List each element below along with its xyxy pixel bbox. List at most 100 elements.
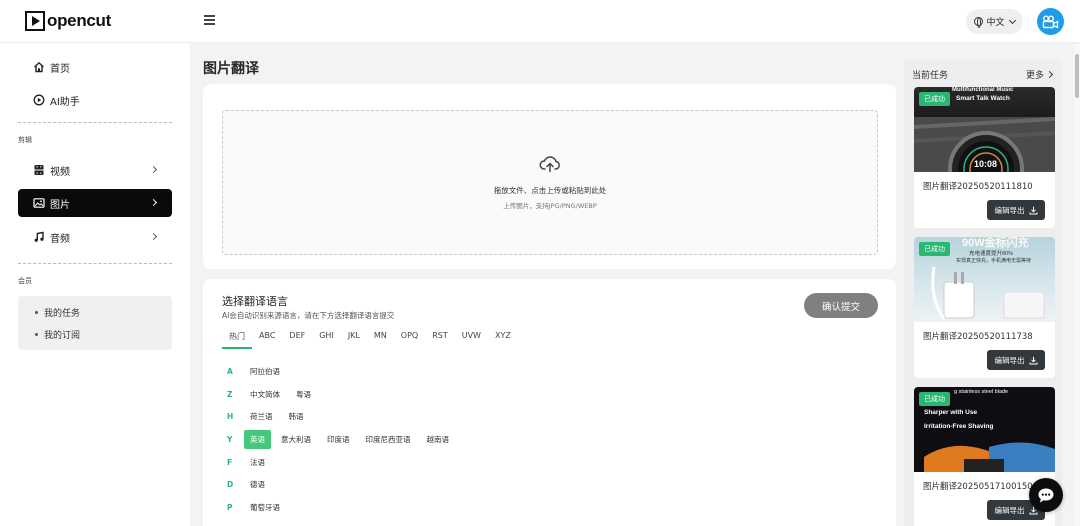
language-row-letter: A: [227, 367, 233, 376]
task-name: 图片翻译20250520111738: [923, 332, 1033, 342]
film-icon: [33, 164, 45, 176]
music-icon: [33, 231, 45, 243]
tab-language-group[interactable]: MN: [367, 331, 394, 349]
play-circle-icon: [33, 94, 45, 106]
sidebar-item-video[interactable]: 视频: [18, 156, 172, 184]
task-card[interactable]: 10:08 Multifunctional Music Smart Talk W…: [914, 87, 1055, 228]
submit-button[interactable]: 确认提交: [804, 293, 878, 318]
sidebar-item-label: 音频: [50, 233, 70, 245]
tab-language-group[interactable]: OPQ: [394, 331, 425, 349]
home-icon: [33, 61, 45, 73]
task-thumbnail: 90W金标闪充 充电速度提升80% 实现真正快充，手机满电无需等待 已成功: [914, 237, 1055, 322]
member-item-label: 我的任务: [44, 309, 81, 319]
sidebar-item-label: 视频: [50, 166, 70, 178]
logo-text: opencut: [47, 11, 112, 30]
user-avatar[interactable]: [1037, 8, 1064, 35]
language-option[interactable]: 葡萄牙语: [244, 498, 286, 517]
tab-language-group[interactable]: RST: [425, 331, 455, 349]
sidebar-item-label: AI助手: [50, 96, 80, 108]
language-option[interactable]: 阿拉伯语: [244, 362, 286, 381]
cloud-upload-icon: [539, 156, 560, 173]
language-row: Z 中文简体 粤语: [227, 385, 321, 404]
status-badge: 已成功: [919, 392, 950, 406]
export-button[interactable]: 编辑导出: [987, 200, 1045, 220]
language-row-letter: H: [227, 412, 234, 421]
language-option[interactable]: 意大利语: [275, 430, 317, 449]
language-tabs: 热门 ABC DEF GHI JKL MN OPQ RST UVW XYZ: [222, 331, 518, 349]
language-row: Y 英语 意大利语 印度语 印度尼西亚语 越南语: [227, 430, 459, 449]
globe-icon: [974, 17, 984, 28]
thumb-caption: Multifunctional Music: [952, 87, 1014, 93]
chevron-down-icon: [1008, 16, 1016, 24]
sidebar-item-audio[interactable]: 音频: [18, 223, 172, 251]
language-option[interactable]: 印度尼西亚语: [360, 430, 417, 449]
download-icon: [1029, 356, 1037, 364]
task-card[interactable]: 90W金标闪充 充电速度提升80% 实现真正快充，手机满电无需等待 已成功 图片…: [914, 237, 1055, 378]
chat-bubble-icon: [1038, 488, 1054, 502]
language-option[interactable]: 法语: [244, 453, 271, 472]
logo[interactable]: opencut: [25, 11, 111, 31]
thumb-caption: Irritation-Free Shaving: [924, 423, 994, 430]
language-row: D 德语: [227, 475, 275, 494]
thumb-caption: g stainless steel blade: [954, 389, 1009, 395]
language-select-label: 中文: [986, 18, 1005, 28]
language-row: F 法语: [227, 453, 275, 472]
divider: [18, 263, 172, 264]
upload-dropzone[interactable]: 拖放文件、点击上传或粘贴到此处 上传图片，支持JPG/PNG/WEBP: [222, 110, 878, 255]
scrollbar-thumb[interactable]: [1075, 54, 1079, 98]
sidebar-item-home[interactable]: 首页: [18, 53, 172, 81]
language-option[interactable]: 荷兰语: [244, 407, 279, 426]
page-title: 图片翻译: [203, 61, 259, 77]
image-icon: [33, 197, 45, 209]
tab-language-group[interactable]: 热门: [222, 331, 252, 349]
language-row-letter: D: [227, 480, 234, 489]
language-option[interactable]: 印度语: [321, 430, 356, 449]
bullet-icon: [35, 333, 38, 336]
chat-support-button[interactable]: [1029, 478, 1063, 512]
language-option[interactable]: 粤语: [290, 385, 317, 404]
logo-play-icon: [25, 11, 45, 31]
language-row-letter: Y: [227, 435, 233, 444]
export-button[interactable]: 编辑导出: [987, 350, 1045, 370]
thumb-caption: Smart Talk Watch: [956, 95, 1010, 102]
status-badge: 已成功: [919, 92, 950, 106]
member-item-my-tasks[interactable]: 我的任务: [35, 306, 80, 319]
export-button-label: 编辑导出: [994, 505, 1025, 515]
upload-card: 拖放文件、点击上传或粘贴到此处 上传图片，支持JPG/PNG/WEBP: [203, 84, 896, 269]
export-button-label: 编辑导出: [994, 205, 1025, 215]
language-row-letter: Z: [227, 390, 233, 399]
language-select[interactable]: 中文: [966, 9, 1023, 34]
tab-language-group[interactable]: XYZ: [488, 331, 518, 349]
sidebar: 首页 AI助手 剪辑 视频 图片 音频 会员 我的任务 我的订阅: [0, 43, 190, 526]
sidebar-item-ai-assistant[interactable]: AI助手: [18, 86, 172, 114]
sidebar-item-image[interactable]: 图片: [18, 189, 172, 217]
language-option[interactable]: 英语: [244, 430, 271, 449]
language-option[interactable]: 韩语: [283, 407, 310, 426]
video-camera-icon: [1042, 15, 1059, 29]
page-scrollbar[interactable]: [1074, 44, 1080, 526]
member-item-my-subscription[interactable]: 我的订阅: [35, 328, 80, 341]
task-name: 图片翻译20250520111810: [923, 182, 1033, 192]
section-label-edit: 剪辑: [18, 136, 32, 144]
top-header: opencut 中文: [0, 0, 1080, 43]
language-option[interactable]: 德语: [244, 475, 271, 494]
task-name: 图片翻译20250517100150: [923, 482, 1033, 492]
tab-language-group[interactable]: UVW: [455, 331, 488, 349]
tab-language-group[interactable]: DEF: [282, 331, 312, 349]
divider: [18, 122, 172, 123]
tab-language-group[interactable]: GHI: [312, 331, 341, 349]
tab-language-group[interactable]: JKL: [341, 331, 367, 349]
more-link[interactable]: 更多: [1025, 68, 1054, 81]
task-thumbnail: g stainless steel blade Sharper with Use…: [914, 387, 1055, 472]
language-section-desc: AI会自动识别来源语言，请在下方选择翻译语言提交: [222, 311, 395, 320]
language-row: H 荷兰语 韩语: [227, 407, 314, 426]
language-row: A 阿拉伯语: [227, 362, 290, 381]
member-menu: 我的任务 我的订阅: [18, 296, 172, 350]
language-option[interactable]: 中文简体: [244, 385, 286, 404]
language-section-title: 选择翻译语言: [222, 295, 288, 308]
language-option[interactable]: 越南语: [421, 430, 456, 449]
tab-language-group[interactable]: ABC: [252, 331, 282, 349]
section-label-member: 会员: [18, 277, 32, 285]
menu-toggle-icon[interactable]: [204, 15, 215, 26]
more-link-label: 更多: [1025, 71, 1044, 81]
